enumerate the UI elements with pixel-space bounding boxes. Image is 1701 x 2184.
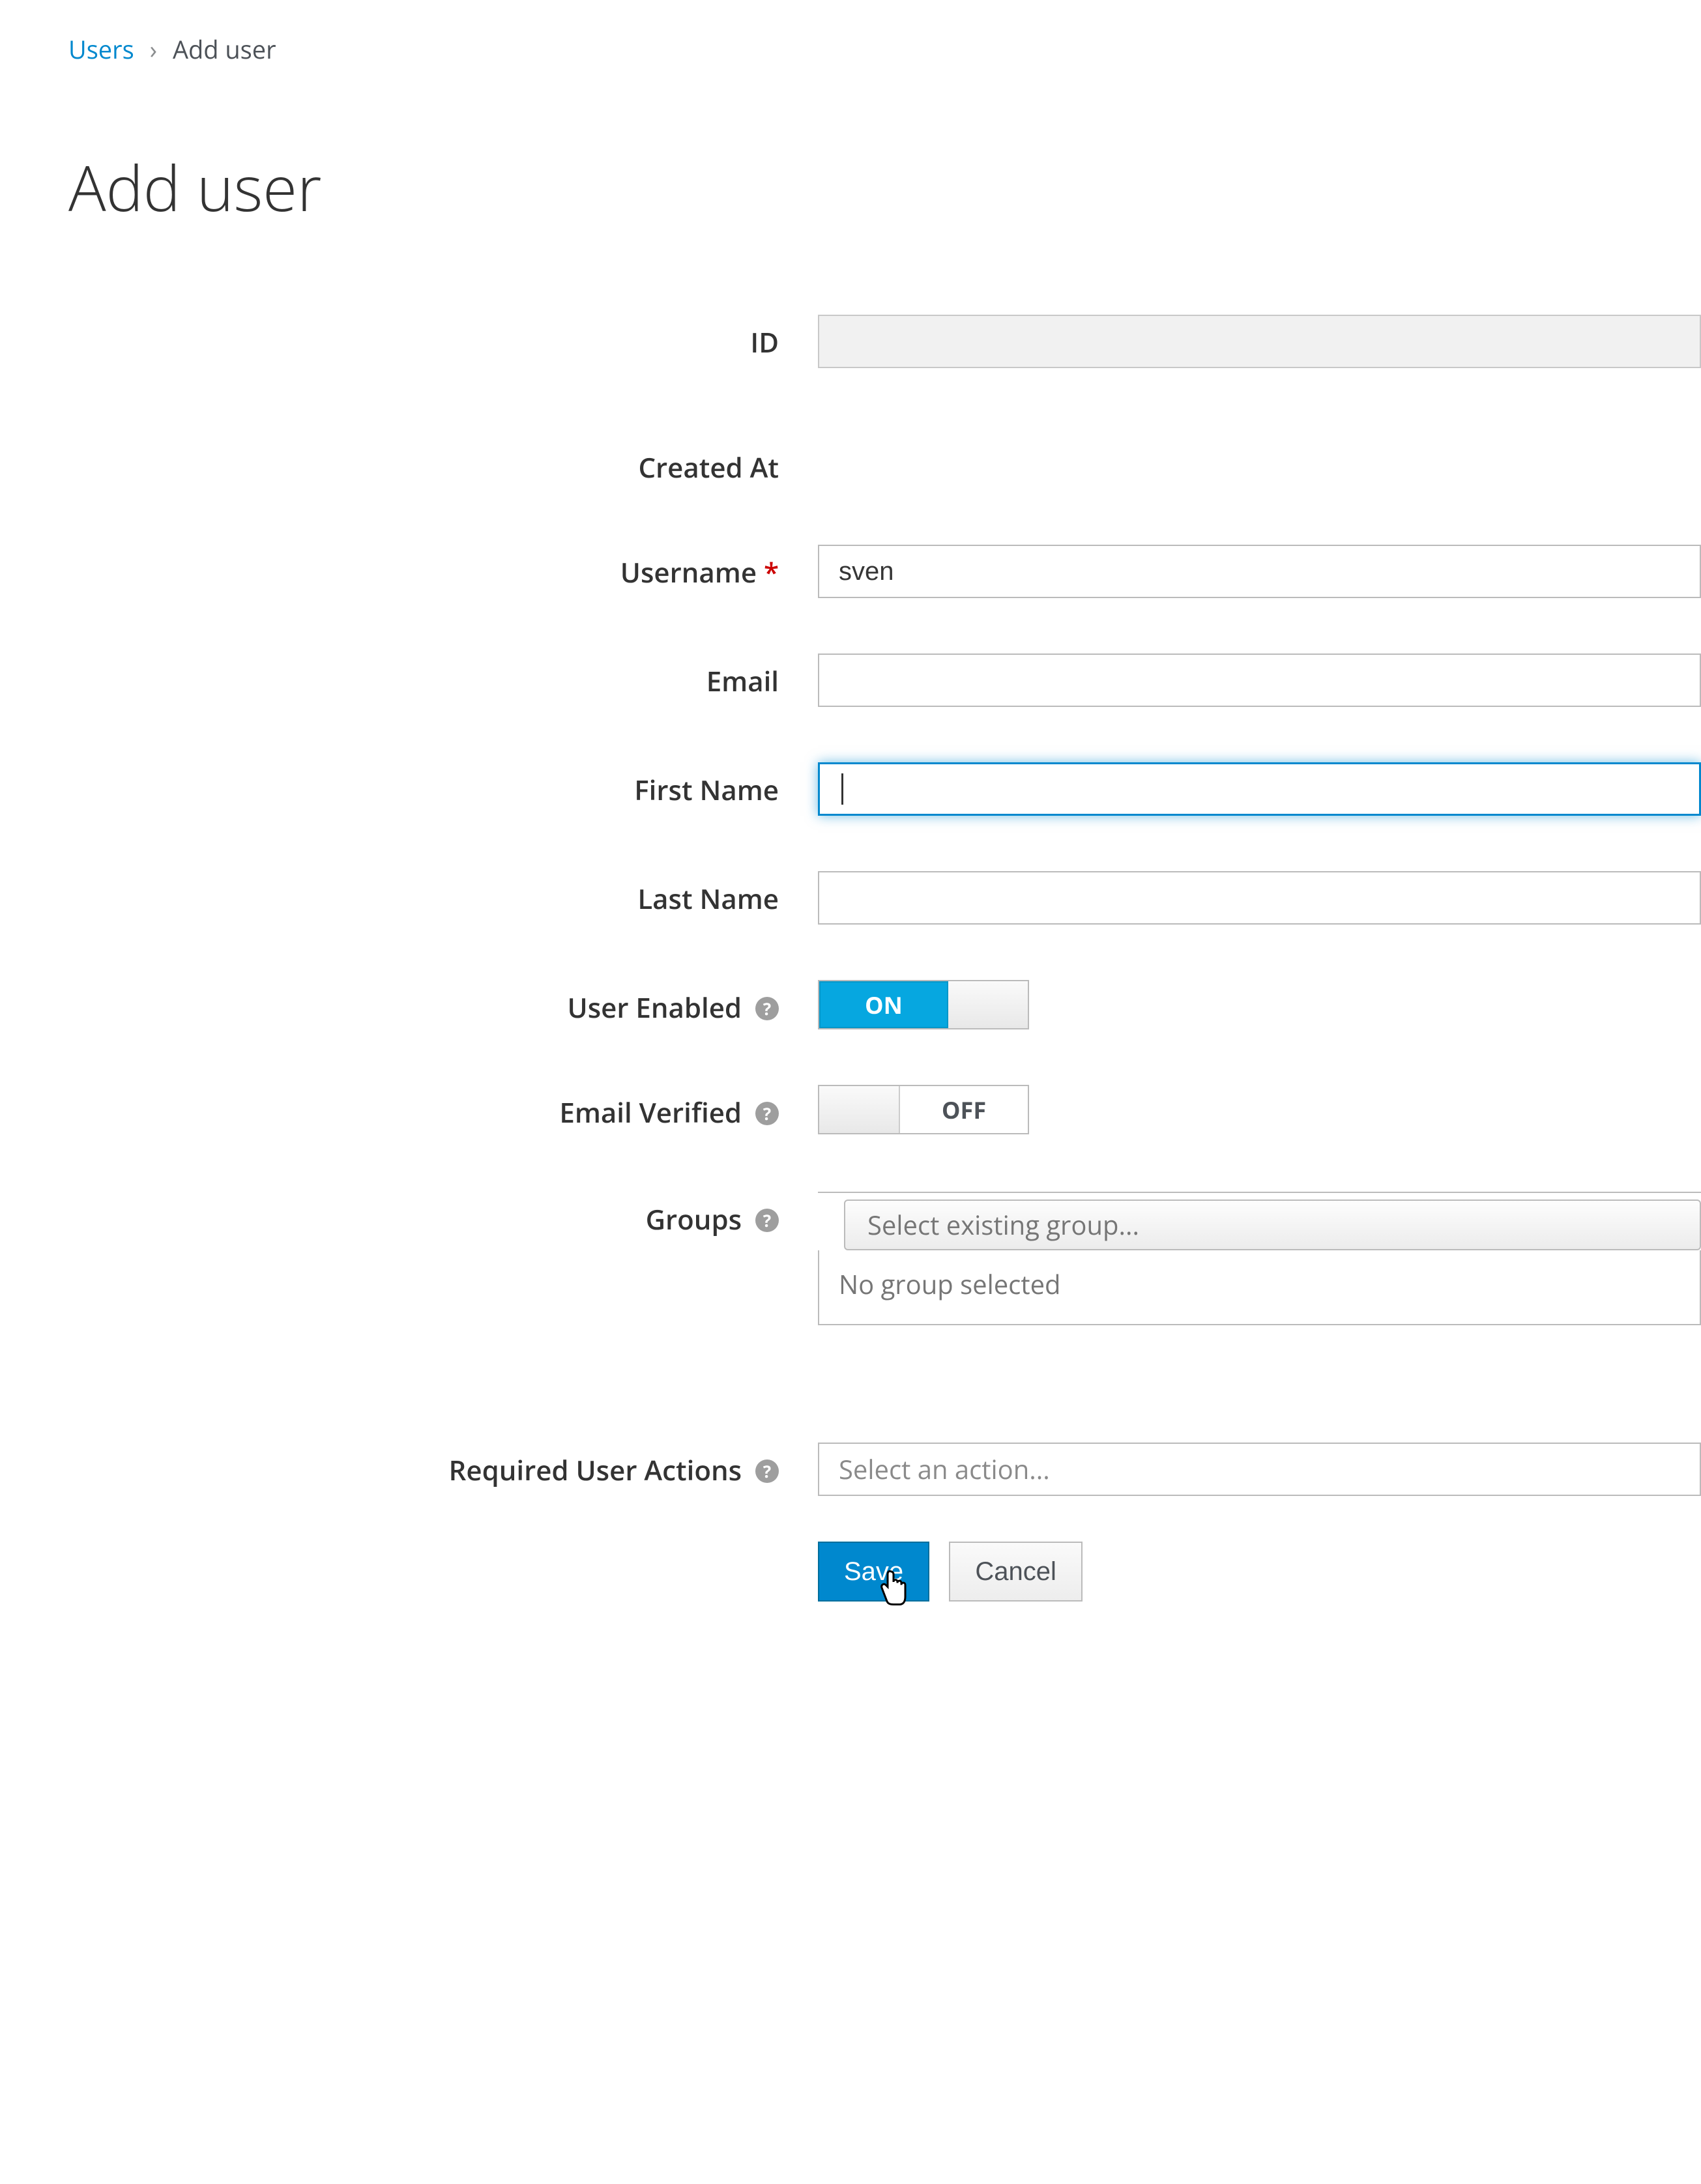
groups-select[interactable]: Select existing group... [844,1200,1701,1250]
first-name-field[interactable] [818,762,1701,816]
required-actions-placeholder: Select an action... [839,1451,1050,1487]
form-row-id: ID [68,315,1701,368]
form-row-username: Username * [68,545,1701,598]
label-user-enabled: User Enabled [568,989,742,1026]
cancel-button[interactable]: Cancel [949,1542,1083,1602]
label-groups: Groups [646,1201,742,1238]
label-id: ID [750,324,779,361]
label-last-name: Last Name [637,880,779,917]
email-verified-toggle[interactable]: OFF [818,1085,1029,1134]
help-icon[interactable]: ? [755,1102,779,1125]
form-row-buttons: Save Cancel [68,1542,1701,1602]
user-enabled-toggle[interactable]: ON [818,980,1029,1029]
label-first-name: First Name [634,771,779,809]
help-icon[interactable]: ? [755,1459,779,1483]
add-user-form: ID Created At Username * Email [68,315,1701,1602]
form-row-email: Email [68,654,1701,707]
groups-placeholder: Select existing group... [867,1207,1139,1243]
toggle-handle [819,1086,899,1133]
form-row-created-at: Created At [68,440,1701,486]
save-button[interactable]: Save [818,1542,929,1602]
help-icon[interactable]: ? [755,997,779,1020]
label-email: Email [706,663,779,700]
toggle-on-label: ON [819,981,948,1028]
form-row-last-name: Last Name [68,871,1701,925]
form-row-groups: Groups ? Select existing group... No gro… [68,1192,1701,1325]
text-caret-icon [841,773,843,805]
toggle-off-label: OFF [899,1086,1028,1133]
required-actions-select[interactable]: Select an action... [818,1443,1701,1496]
label-email-verified: Email Verified [559,1094,742,1131]
groups-empty-message: No group selected [819,1250,1700,1324]
help-icon[interactable]: ? [755,1209,779,1232]
username-field[interactable] [818,545,1701,598]
email-field[interactable] [818,654,1701,707]
chevron-right-icon: › [150,33,157,66]
form-row-email-verified: Email Verified ? OFF [68,1085,1701,1136]
page-title: Add user [68,145,1701,230]
required-marker: * [764,554,779,591]
id-field [818,315,1701,368]
label-created-at: Created At [638,449,779,486]
label-username: Username [620,554,757,591]
breadcrumb-link-users[interactable]: Users [68,33,134,66]
toggle-handle [948,981,1028,1028]
label-required-actions: Required User Actions [449,1452,742,1489]
breadcrumb-current: Add user [173,33,276,66]
form-row-first-name: First Name [68,762,1701,816]
last-name-field[interactable] [818,871,1701,925]
form-row-user-enabled: User Enabled ? ON [68,980,1701,1029]
breadcrumb: Users › Add user [68,33,1701,66]
form-row-required-actions: Required User Actions ? Select an action… [68,1443,1701,1496]
